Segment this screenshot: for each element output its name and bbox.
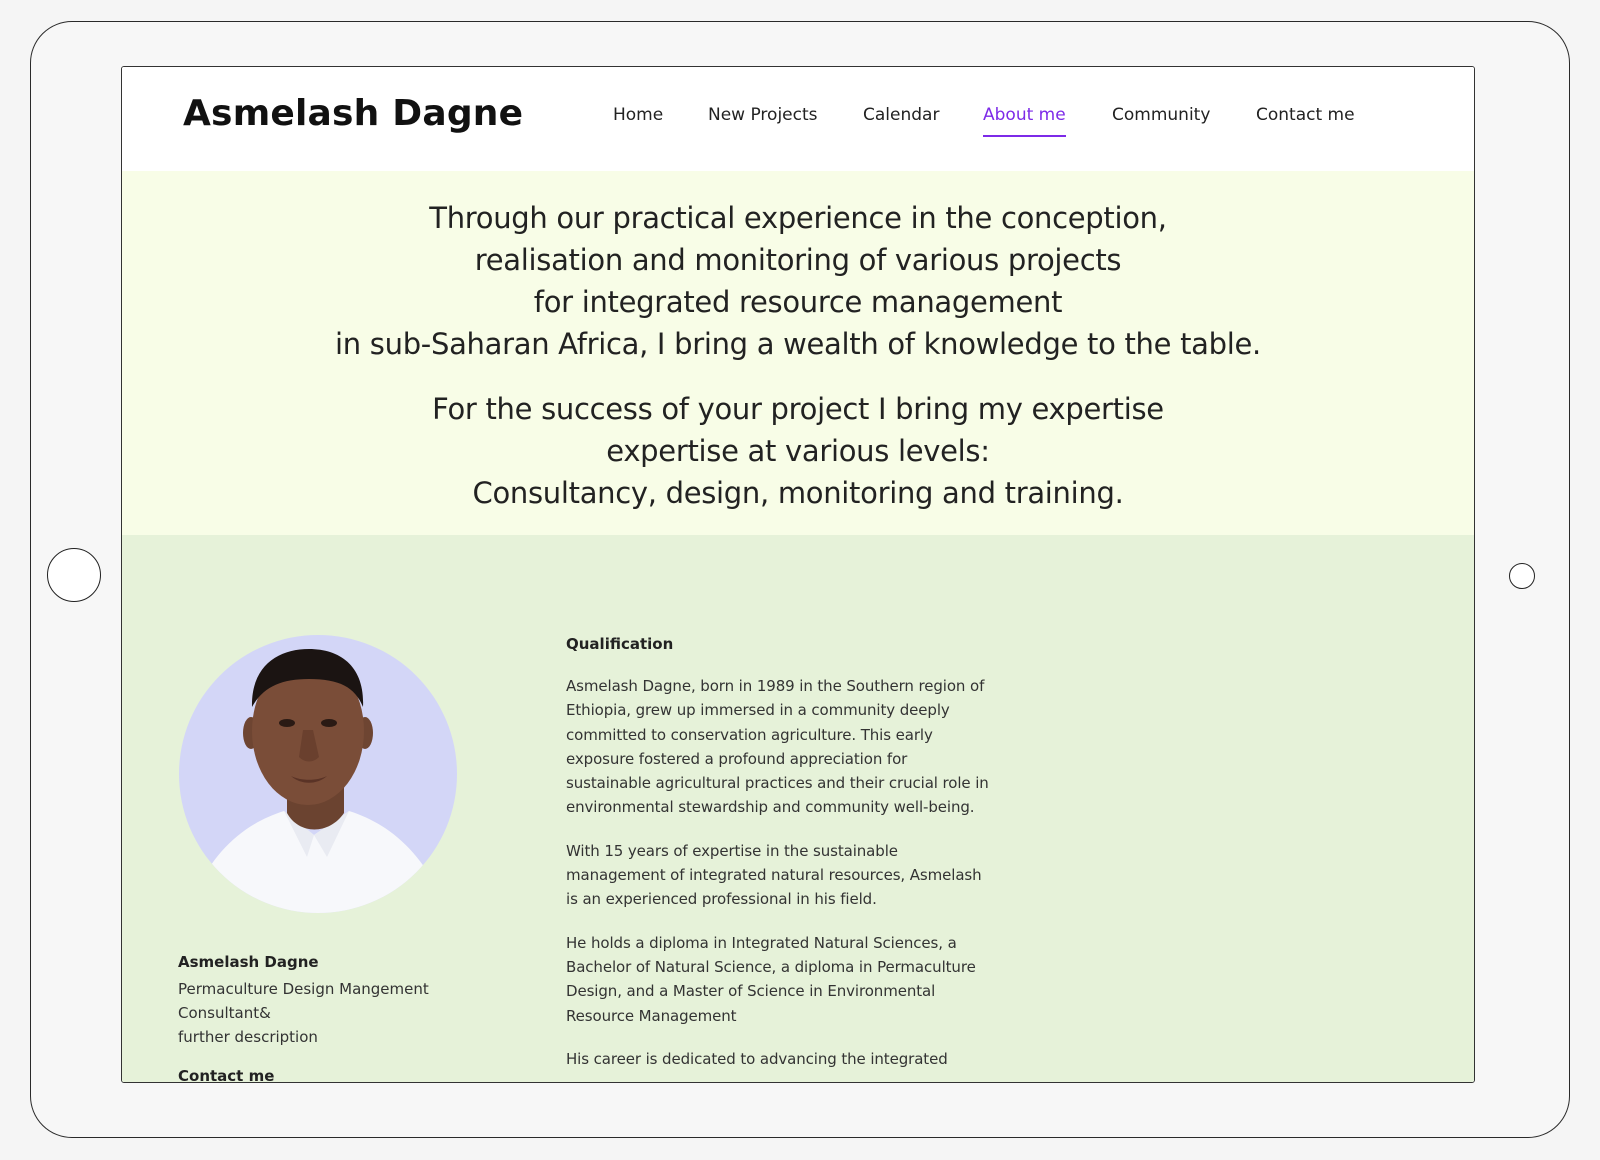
hero-paragraph-1: Through our practical experience in the … <box>335 201 1261 361</box>
profile-name: Asmelash Dagne <box>178 953 319 971</box>
nav-contact-me[interactable]: Contact me <box>1256 105 1355 125</box>
qualification-heading: Qualification <box>566 635 674 653</box>
qualification-text: Asmelash Dagne, born in 1989 in the Sout… <box>566 674 991 1082</box>
site-header: Asmelash Dagne Home New Projects Calenda… <box>122 67 1474 171</box>
portrait-photo <box>179 635 457 913</box>
nav-community[interactable]: Community <box>1112 105 1210 125</box>
main-nav: Home New Projects Calendar About me Comm… <box>122 105 1474 145</box>
qualification-paragraph: His career is dedicated to advancing the… <box>566 1049 948 1068</box>
nav-new-projects[interactable]: New Projects <box>708 105 818 125</box>
hero-paragraph-2: For the success of your project I bring … <box>432 392 1164 510</box>
qualification-paragraph: He holds a diploma in Integrated Natural… <box>566 933 976 1025</box>
profile-role: Consultant& <box>178 1004 271 1022</box>
camera-icon <box>1509 563 1535 589</box>
browser-screen: Asmelash Dagne Home New Projects Calenda… <box>121 66 1475 1083</box>
home-button[interactable] <box>47 548 101 602</box>
about-section: Asmelash Dagne Permaculture Design Mange… <box>122 535 1474 1082</box>
contact-me-heading[interactable]: Contact me <box>178 1067 274 1082</box>
profile-title: Permaculture Design Mangement <box>178 980 429 998</box>
qualification-paragraph: With 15 years of expertise in the sustai… <box>566 841 982 909</box>
nav-calendar[interactable]: Calendar <box>863 105 939 125</box>
person-portrait-icon <box>179 635 457 913</box>
profile-extra: further description <box>178 1028 318 1046</box>
nav-home[interactable]: Home <box>613 105 663 125</box>
qualification-paragraph: Asmelash Dagne, born in 1989 in the Sout… <box>566 677 989 817</box>
nav-about-me[interactable]: About me <box>983 105 1066 137</box>
profile-description: Permaculture Design Mangement Consultant… <box>178 977 429 1049</box>
hero-section: Through our practical experience in the … <box>122 171 1474 535</box>
